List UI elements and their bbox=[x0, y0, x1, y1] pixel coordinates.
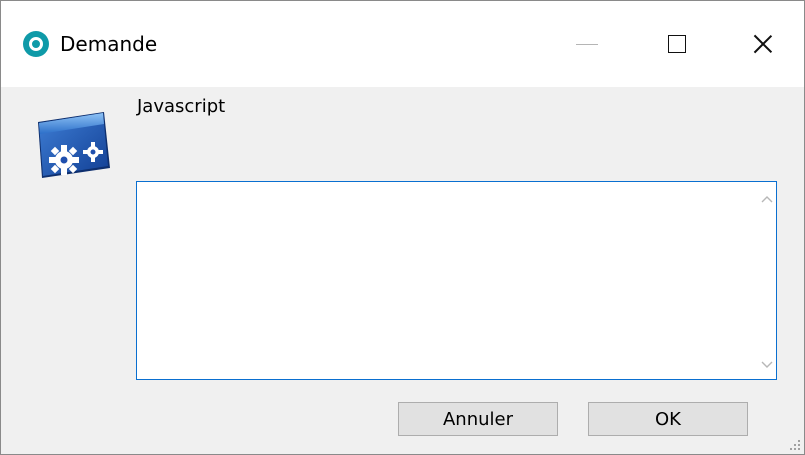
script-gear-icon bbox=[38, 112, 110, 178]
maximize-icon bbox=[668, 35, 686, 53]
window-title: Demande bbox=[60, 32, 158, 56]
minimize-button[interactable] bbox=[542, 1, 632, 87]
vertical-scrollbar[interactable] bbox=[757, 182, 776, 379]
close-button[interactable] bbox=[722, 1, 804, 87]
scroll-up-icon[interactable] bbox=[757, 190, 776, 209]
resize-grip-icon[interactable] bbox=[789, 439, 801, 451]
scroll-down-icon[interactable] bbox=[757, 356, 776, 375]
script-input[interactable] bbox=[137, 182, 757, 379]
minimize-icon bbox=[576, 43, 598, 45]
ok-button[interactable]: OK bbox=[588, 402, 748, 436]
script-input-box[interactable] bbox=[136, 181, 777, 380]
dialog-window: Demande Javascript Annuler OK bbox=[0, 0, 805, 455]
app-icon bbox=[23, 31, 49, 57]
maximize-button[interactable] bbox=[632, 1, 722, 87]
cancel-button[interactable]: Annuler bbox=[398, 402, 558, 436]
title-bar[interactable]: Demande bbox=[1, 1, 804, 87]
prompt-label: Javascript bbox=[137, 96, 226, 117]
close-icon bbox=[753, 34, 773, 54]
